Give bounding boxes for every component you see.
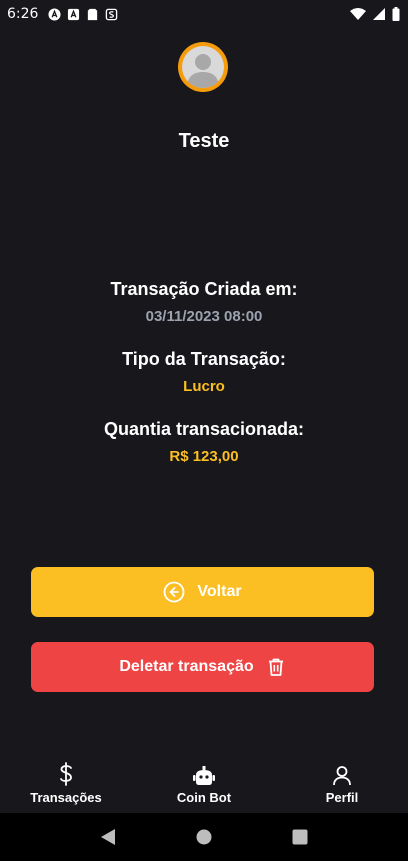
wifi-icon [350,8,366,20]
back-button[interactable]: Voltar [31,567,374,617]
battery-icon [392,7,400,21]
nav-item-coin-bot[interactable]: Coin Bot [132,760,276,812]
user-silhouette-icon [187,54,219,88]
type-label: Tipo da Transação: [122,349,286,369]
status-bar: 6:26 [0,0,408,28]
created-value: 03/11/2023 08:00 [145,308,263,325]
person-icon [333,760,351,786]
nav-item-transacoes[interactable]: Transações [0,760,132,812]
robot-icon [193,760,215,786]
back-button-label: Voltar [197,583,242,600]
home-circle-icon[interactable] [196,829,212,845]
created-label: Transação Criada em: [110,279,298,299]
avatar-placeholder [182,46,224,88]
nav-label-perfil: Perfil [325,790,359,805]
type-block: Tipo da Transação: Lucro [0,349,408,395]
amount-block: Quantia transacionada: R$ 123,00 [0,419,408,465]
system-nav-bar [0,813,408,861]
nav-label-coin-bot: Coin Bot [176,790,232,805]
bottom-nav: Transações Coin Bot Perfil [0,760,408,812]
sim-card-icon [88,8,98,20]
trash-icon [266,657,286,677]
arrow-left-circle-icon [163,581,185,603]
app-s-icon [106,8,118,20]
nav-item-perfil[interactable]: Perfil [276,760,408,812]
nav-label-transacoes: Transações [30,790,102,805]
dollar-icon [58,760,74,786]
status-time: 6:26 [7,6,39,22]
created-block: Transação Criada em: 03/11/2023 08:00 [0,279,408,325]
avatar[interactable] [178,42,228,92]
status-right [350,7,400,21]
amount-label: Quantia transacionada: [103,419,305,439]
status-left: 6:26 [7,6,118,22]
app-a-icon [48,7,61,21]
app-a-square-icon [68,8,80,20]
delete-transaction-button[interactable]: Deletar transação [31,642,374,692]
delete-button-label: Deletar transação [119,658,254,675]
signal-icon [373,8,385,20]
amount-value: R$ 123,00 [169,448,239,465]
user-name: Teste [178,130,230,152]
recents-square-icon[interactable] [292,829,308,845]
type-value: Lucro [183,378,225,395]
back-triangle-icon[interactable] [100,828,116,846]
